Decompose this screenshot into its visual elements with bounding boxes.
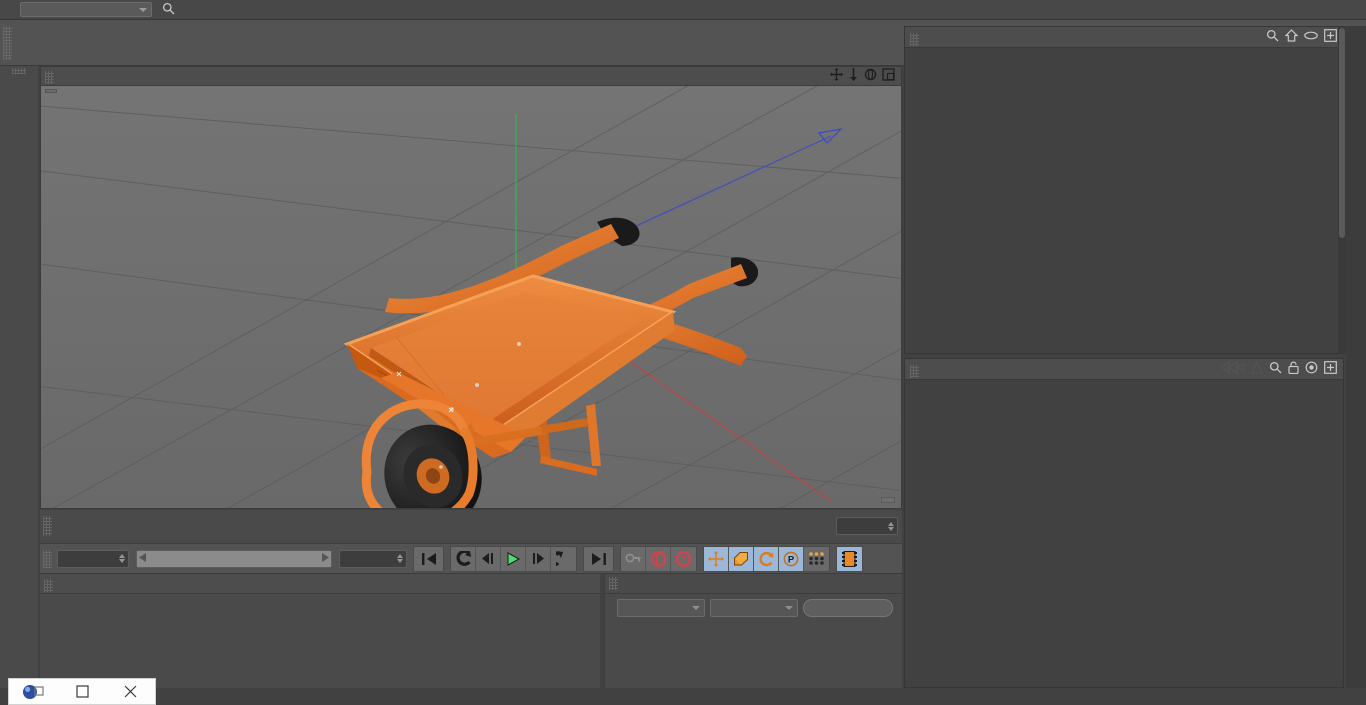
pan-icon[interactable] [830,68,843,84]
interpolation-icon[interactable] [1221,360,1245,377]
range-right-arrow-icon[interactable] [321,552,329,565]
object-manager-icons [1266,29,1343,45]
grid-spacing-label [881,497,895,503]
record-active-objects-button[interactable] [646,546,671,571]
transform-mode-dropdown[interactable] [710,599,798,617]
orbit-icon[interactable] [864,68,877,84]
transport-group-end [583,545,614,572]
attribute-manager-grip[interactable] [910,364,919,378]
timeline-view-button[interactable] [837,546,862,571]
coordinates-footer [605,597,902,619]
object-manager [904,26,1344,354]
spinner-icon[interactable] [119,554,125,563]
viewport-view-label [45,89,57,93]
coordinates-header [605,574,902,594]
coordinates-manager [604,573,902,688]
current-frame-field[interactable] [836,517,898,535]
transport-group-play [450,545,577,572]
layout-dropdown[interactable] [20,2,152,17]
right-panel-tabs [1346,26,1366,688]
record-pla-button[interactable]: P [779,546,804,571]
start-frame-field[interactable] [57,549,129,568]
main-menu-bar [0,0,1366,20]
spinner-icon[interactable] [397,554,403,563]
play-forward-button[interactable] [501,546,526,571]
go-to-previous-key-button[interactable] [476,546,501,571]
viewport-canvas[interactable]: Y X Z [41,86,901,508]
attribute-manager-menu-bar [905,359,1343,380]
coordinates-grip[interactable] [609,577,618,590]
svg-text:P: P [788,554,795,565]
spinner-icon[interactable] [888,521,894,531]
search-icon[interactable] [1266,29,1279,45]
up-arrow-icon[interactable] [1251,360,1263,377]
chevron-down-icon [139,7,147,12]
object-manager-scrollbar[interactable] [1338,26,1346,354]
go-to-next-key-button[interactable] [526,546,551,571]
svg-text:?: ? [681,554,687,564]
home-icon[interactable] [1284,29,1299,45]
restore-window-button[interactable] [58,678,107,705]
record-parameter-button[interactable] [804,547,829,571]
object-manager-grip[interactable] [910,32,919,46]
toolbar-grip[interactable] [3,26,12,60]
material-grip[interactable] [44,578,53,592]
transport-group-start [413,545,444,572]
preview-range-slider[interactable] [136,549,332,568]
timeline-grip[interactable] [43,516,52,536]
timeline-ruler-bar [40,510,902,543]
keyframe-selection-button[interactable]: ? [671,547,696,571]
range-left-arrow-icon[interactable] [139,552,147,565]
material-manager [40,573,600,688]
search-icon[interactable] [1269,361,1282,377]
attribute-manager-icons [1221,360,1343,377]
material-list[interactable] [40,594,600,602]
new-layer-icon[interactable] [1324,29,1337,45]
chevron-down-icon [692,606,700,610]
maxon-logo [2,546,36,666]
status-bar [0,688,1366,705]
material-menu-bar [40,574,600,594]
dolly-icon[interactable] [848,68,859,84]
record-rotation-button[interactable] [754,546,779,571]
perspective-viewport[interactable]: Y X Z [40,66,902,509]
transport-grip[interactable] [43,549,52,568]
viewport-grip[interactable] [45,71,54,84]
window-controls-overlay [8,678,156,705]
attribute-manager [904,358,1344,688]
coordinate-system-dropdown[interactable] [617,599,705,617]
c4d-ball-icon[interactable] [9,678,58,705]
new-tab-icon[interactable] [1324,361,1337,377]
eye-icon[interactable] [1304,31,1318,43]
apply-button[interactable] [803,599,893,617]
transport-group-record: ? [620,545,697,572]
end-frame-field[interactable] [339,549,407,568]
cinema4d-window: Y X Z [0,0,1366,705]
viewport-header-icons [830,68,901,84]
left-toolbar [0,66,38,688]
transport-group-timeline [836,545,863,572]
left-toolbar-grip[interactable] [12,68,26,74]
record-position-button[interactable] [704,546,729,571]
layout-control [14,2,152,17]
loop-playback-button[interactable] [551,547,576,571]
target-icon[interactable] [1305,361,1318,377]
go-to-start-button[interactable] [414,547,443,571]
timeline-ruler[interactable] [54,510,831,543]
maximize-icon[interactable] [882,68,895,84]
transport-group-channels: P [703,545,830,572]
transport-bar: ? P [40,543,902,573]
go-to-end-button[interactable] [584,547,613,571]
play-previous-frame-button[interactable] [451,546,476,571]
autokeying-button[interactable] [621,546,646,571]
chevron-down-icon [785,606,793,610]
close-window-button[interactable] [106,678,155,705]
object-manager-menu-bar [905,27,1343,48]
search-icon[interactable] [162,2,175,18]
record-scale-button[interactable] [729,546,754,571]
lock-icon[interactable] [1288,361,1299,377]
viewport-menu-bar [41,67,901,86]
scrollbar-thumb[interactable] [1339,28,1345,238]
